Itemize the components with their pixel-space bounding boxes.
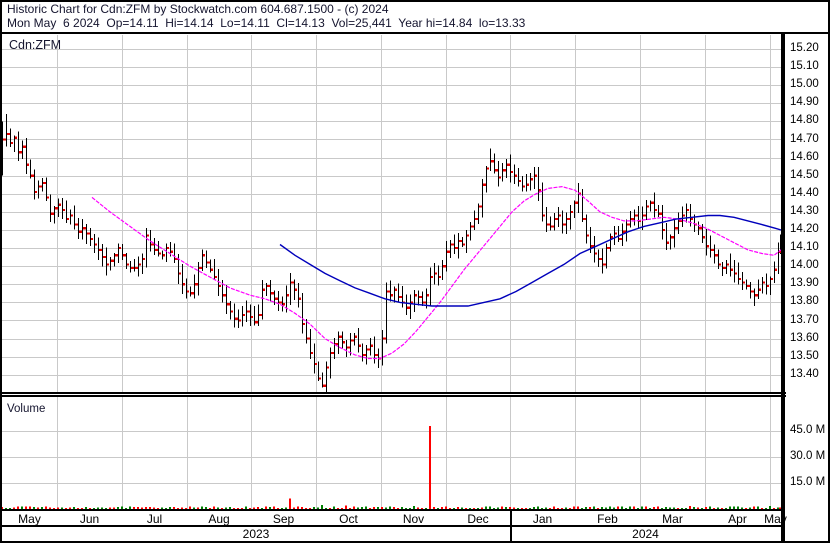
price-tick-label: 14.80 [790,114,819,127]
month-axis-row: May Jun Jul Aug Sep Oct Nov Dec Jan Feb Mar Apr May [2,511,787,526]
price-tick-label: 15.00 [790,78,819,91]
year-axis-row: 2023 2024 [2,527,781,541]
quote-summary-line: Mon May 6 2024 Op=14.11 Hi=14.14 Lo=14.1… [7,16,526,30]
price-tick-label: 13.60 [790,331,819,344]
year-label: 2024 [632,527,659,541]
month-label: Jun [79,512,100,526]
volume-tick-label: 45.0 M [790,424,826,436]
price-tick-label: 14.30 [790,204,819,217]
price-tick-label: 14.90 [790,96,819,109]
stock-chart-page: Historic Chart for Cdn:ZFM by Stockwatch… [0,0,830,543]
price-tick-label: 14.70 [790,132,819,145]
volume-tick-label: 30.0 M [790,450,826,462]
year-divider [510,511,512,525]
ohlc-open-close-ticks [3,133,781,387]
price-tick-label: 14.50 [790,168,819,181]
ohlc-bars [2,114,781,392]
year-divider [510,527,512,541]
price-tick-label: 14.20 [790,223,819,235]
volume-gridlines [2,397,781,509]
price-tick-label: 13.70 [790,313,819,326]
month-label: Oct [339,512,358,526]
chart-title: Historic Chart for Cdn:ZFM by Stockwatch… [7,2,389,16]
price-tick-label: 14.00 [790,259,819,272]
header-separator [0,32,830,34]
volume-pane-label: Volume [7,403,46,415]
volume-chart-svg [2,397,781,509]
volume-tick-label: 15.0 M [790,476,826,488]
price-tick-label: 15.20 [790,42,819,54]
price-gridlines [2,35,781,392]
axis-separator [781,34,785,541]
price-tick-label: 13.80 [790,295,819,308]
price-tick-label: 13.90 [790,277,819,290]
month-label: Nov [402,512,425,526]
price-tick-label: 13.50 [790,349,819,362]
month-label: Sep [272,512,295,526]
symbol-label: Cdn:ZFM [9,38,62,52]
month-label: Dec [467,512,489,526]
price-tick-label: 14.60 [790,150,819,163]
price-tick-label: 14.10 [790,241,819,254]
month-label: Jul [146,512,163,526]
price-tick-label: 14.40 [790,186,819,199]
volume-pane [2,397,781,509]
month-label: May [764,512,787,526]
pane-separator-1 [0,392,786,394]
month-label: May [18,512,41,526]
price-tick-label: 15.10 [790,60,819,73]
month-label: Apr [728,512,747,526]
volume-bars [2,425,781,509]
month-label: Mar [662,512,683,526]
price-chart-svg [2,35,781,392]
month-label: Jan [532,512,553,526]
price-pane [2,35,781,392]
month-label: Feb [597,512,618,526]
month-label: Aug [208,512,230,526]
year-label: 2023 [242,527,270,541]
price-tick-label: 13.40 [790,367,819,380]
